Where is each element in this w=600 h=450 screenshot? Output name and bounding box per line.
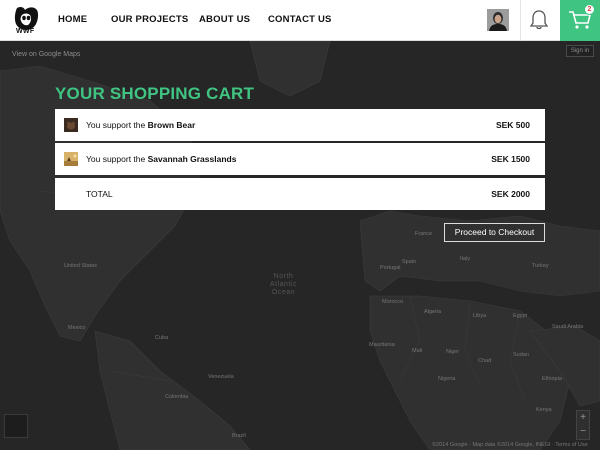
zoom-control: + − bbox=[576, 410, 590, 440]
map-label: Portugal bbox=[380, 265, 401, 271]
map-type-thumbnail[interactable] bbox=[4, 414, 28, 438]
logo-text: WWF bbox=[16, 28, 35, 35]
map-label: Libya bbox=[473, 313, 487, 319]
map-label: Mali bbox=[412, 348, 423, 354]
zoom-out-button[interactable]: − bbox=[577, 425, 589, 439]
cart-title: YOUR SHOPPING CART bbox=[55, 84, 255, 103]
map-label: Spain bbox=[402, 259, 417, 265]
savannah-thumbnail bbox=[64, 152, 78, 166]
map-label: Morocco bbox=[382, 299, 404, 305]
map-label: Saudi Arabia bbox=[552, 324, 584, 330]
map-label: Kenya bbox=[536, 407, 552, 413]
top-navbar: WWF HOME OUR PROJECTS ABOUT US CONTACT U… bbox=[0, 0, 600, 41]
cart-item-text: You support the Savannah Grasslands bbox=[86, 154, 237, 164]
map-label: Algeria bbox=[424, 309, 442, 315]
map-label: Colombia bbox=[165, 394, 189, 400]
sign-in-button[interactable]: Sign in bbox=[566, 45, 594, 57]
cart-button[interactable]: 2 bbox=[560, 0, 600, 41]
map-label: Venezuela bbox=[208, 374, 234, 380]
map-label: Ethiopia bbox=[542, 376, 562, 382]
map-label: Egypt bbox=[513, 313, 528, 319]
map-label: Nigeria bbox=[438, 376, 456, 382]
map-label: Brazil bbox=[232, 433, 246, 439]
cart-count-badge: 2 bbox=[584, 4, 595, 15]
map-label: Chad bbox=[478, 358, 492, 364]
map-label: Turkey bbox=[532, 263, 549, 269]
nav-about-us[interactable]: ABOUT US bbox=[199, 14, 250, 25]
map-label: Niger bbox=[446, 349, 460, 355]
nav-contact-us[interactable]: CONTACT US bbox=[268, 14, 332, 25]
item-name: Brown Bear bbox=[147, 120, 196, 130]
map-label: Mexico bbox=[68, 325, 86, 331]
map-label: France bbox=[415, 231, 433, 237]
map-label: Italy bbox=[460, 256, 471, 262]
item-price: SEK 500 bbox=[495, 120, 530, 130]
map-label: United States bbox=[64, 263, 98, 269]
total-price: SEK 2000 bbox=[491, 189, 530, 199]
cart-item-row: You support the Brown Bear SEK 500 bbox=[55, 109, 545, 141]
header-divider bbox=[520, 0, 521, 41]
nav-home[interactable]: HOME bbox=[58, 14, 87, 25]
map-copyright: ©2014 Google · Map data ©2014 Google, IN… bbox=[432, 442, 588, 448]
proceed-to-checkout-button[interactable]: Proceed to Checkout bbox=[444, 223, 545, 242]
user-avatar[interactable] bbox=[487, 9, 509, 31]
map-label: Cuba bbox=[155, 335, 169, 341]
item-price: SEK 1500 bbox=[491, 154, 530, 164]
bell-icon[interactable] bbox=[530, 9, 548, 31]
ocean-label: North Atlantic Ocean bbox=[270, 273, 297, 296]
map-label: Sudan bbox=[513, 352, 529, 358]
total-label: TOTAL bbox=[86, 189, 113, 199]
item-name: Savannah Grasslands bbox=[147, 154, 237, 164]
cart-item-row: You support the Savannah Grasslands SEK … bbox=[55, 143, 545, 175]
brown-bear-thumbnail bbox=[64, 118, 78, 132]
nav-our-projects[interactable]: OUR PROJECTS bbox=[111, 14, 188, 25]
zoom-in-button[interactable]: + bbox=[577, 411, 589, 425]
map-label: Mauritania bbox=[369, 342, 395, 348]
cart-item-text: You support the Brown Bear bbox=[86, 120, 196, 130]
cart-total-row: TOTAL SEK 2000 bbox=[55, 178, 545, 210]
google-maps-link[interactable]: View on Google Maps bbox=[12, 51, 80, 58]
